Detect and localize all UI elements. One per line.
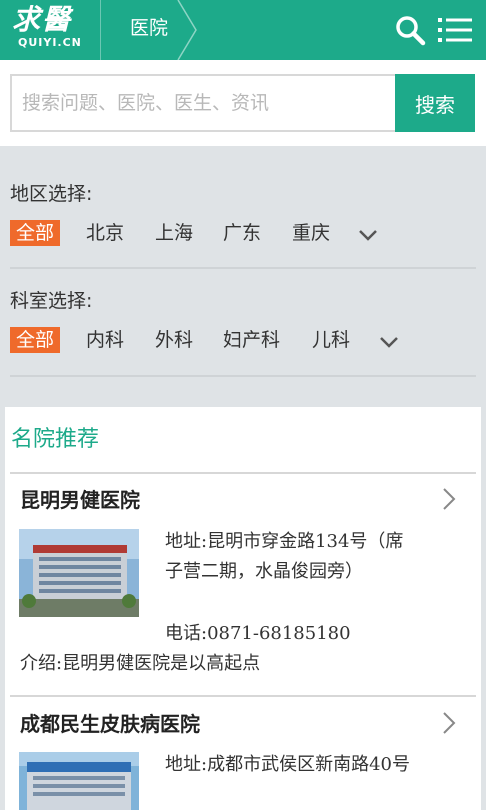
site-logo[interactable]: 求醫 QUIYI.CN [12,4,88,54]
region-filter-label: 地区选择: [10,183,93,205]
region-option-guangdong[interactable]: 广东 [223,221,261,245]
department-option-surgery[interactable]: 外科 [155,328,193,352]
header-divider [100,0,101,60]
logo-sub: QUIYI.CN [18,36,82,49]
hospital-name[interactable]: 成都民生皮肤病医院 [20,711,200,737]
top-bar: 求醫 QUIYI.CN 医院 [0,0,486,60]
logo-text: 求醫 [12,3,73,36]
hospital-address: 地址:昆明市穿金路134号（席子营二期，水晶俊园旁） [165,531,404,582]
hamburger-menu-icon[interactable] [438,16,472,44]
department-option-internal[interactable]: 内科 [86,328,124,352]
chevron-right-icon[interactable] [441,487,457,511]
section-divider [10,472,476,474]
department-option-pediatrics[interactable]: 儿科 [312,328,350,352]
breadcrumb-arrow-icon [177,0,197,60]
filter-divider [10,375,476,377]
region-option-all[interactable]: 全部 [10,220,61,246]
recommended-hospitals-panel: 名院推荐 昆明男健医院 地址:昆明市穿金路134号（席子营二期，水晶俊园旁） 电… [5,407,481,810]
hospital-name[interactable]: 昆明男健医院 [20,487,140,513]
search-input[interactable] [10,74,396,132]
breadcrumb-current[interactable]: 医院 [130,16,168,40]
region-option-beijing[interactable]: 北京 [86,221,124,245]
search-button[interactable]: 搜索 [395,74,475,132]
chevron-down-icon[interactable] [379,335,399,349]
department-option-obgyn[interactable]: 妇产科 [223,328,280,352]
section-title: 名院推荐 [11,427,100,452]
hospital-photo[interactable] [19,529,139,617]
region-option-chongqing[interactable]: 重庆 [292,221,330,245]
department-option-all[interactable]: 全部 [10,327,61,353]
chevron-down-icon[interactable] [358,228,378,242]
hospital-phone: 电话:0871-68185180 [165,623,351,644]
hospital-intro: 介绍:昆明男健医院是以高起点 [20,653,261,674]
region-option-shanghai[interactable]: 上海 [155,221,193,245]
search-icon[interactable] [394,14,426,46]
hospital-divider [10,695,476,697]
chevron-right-icon[interactable] [441,711,457,735]
department-filter-label: 科室选择: [10,290,93,312]
filter-divider [10,267,476,269]
search-bar: 搜索 [0,60,486,146]
hospital-photo[interactable] [19,752,139,810]
hospital-address: 地址:成都市武侯区新南路40号 [165,754,410,775]
